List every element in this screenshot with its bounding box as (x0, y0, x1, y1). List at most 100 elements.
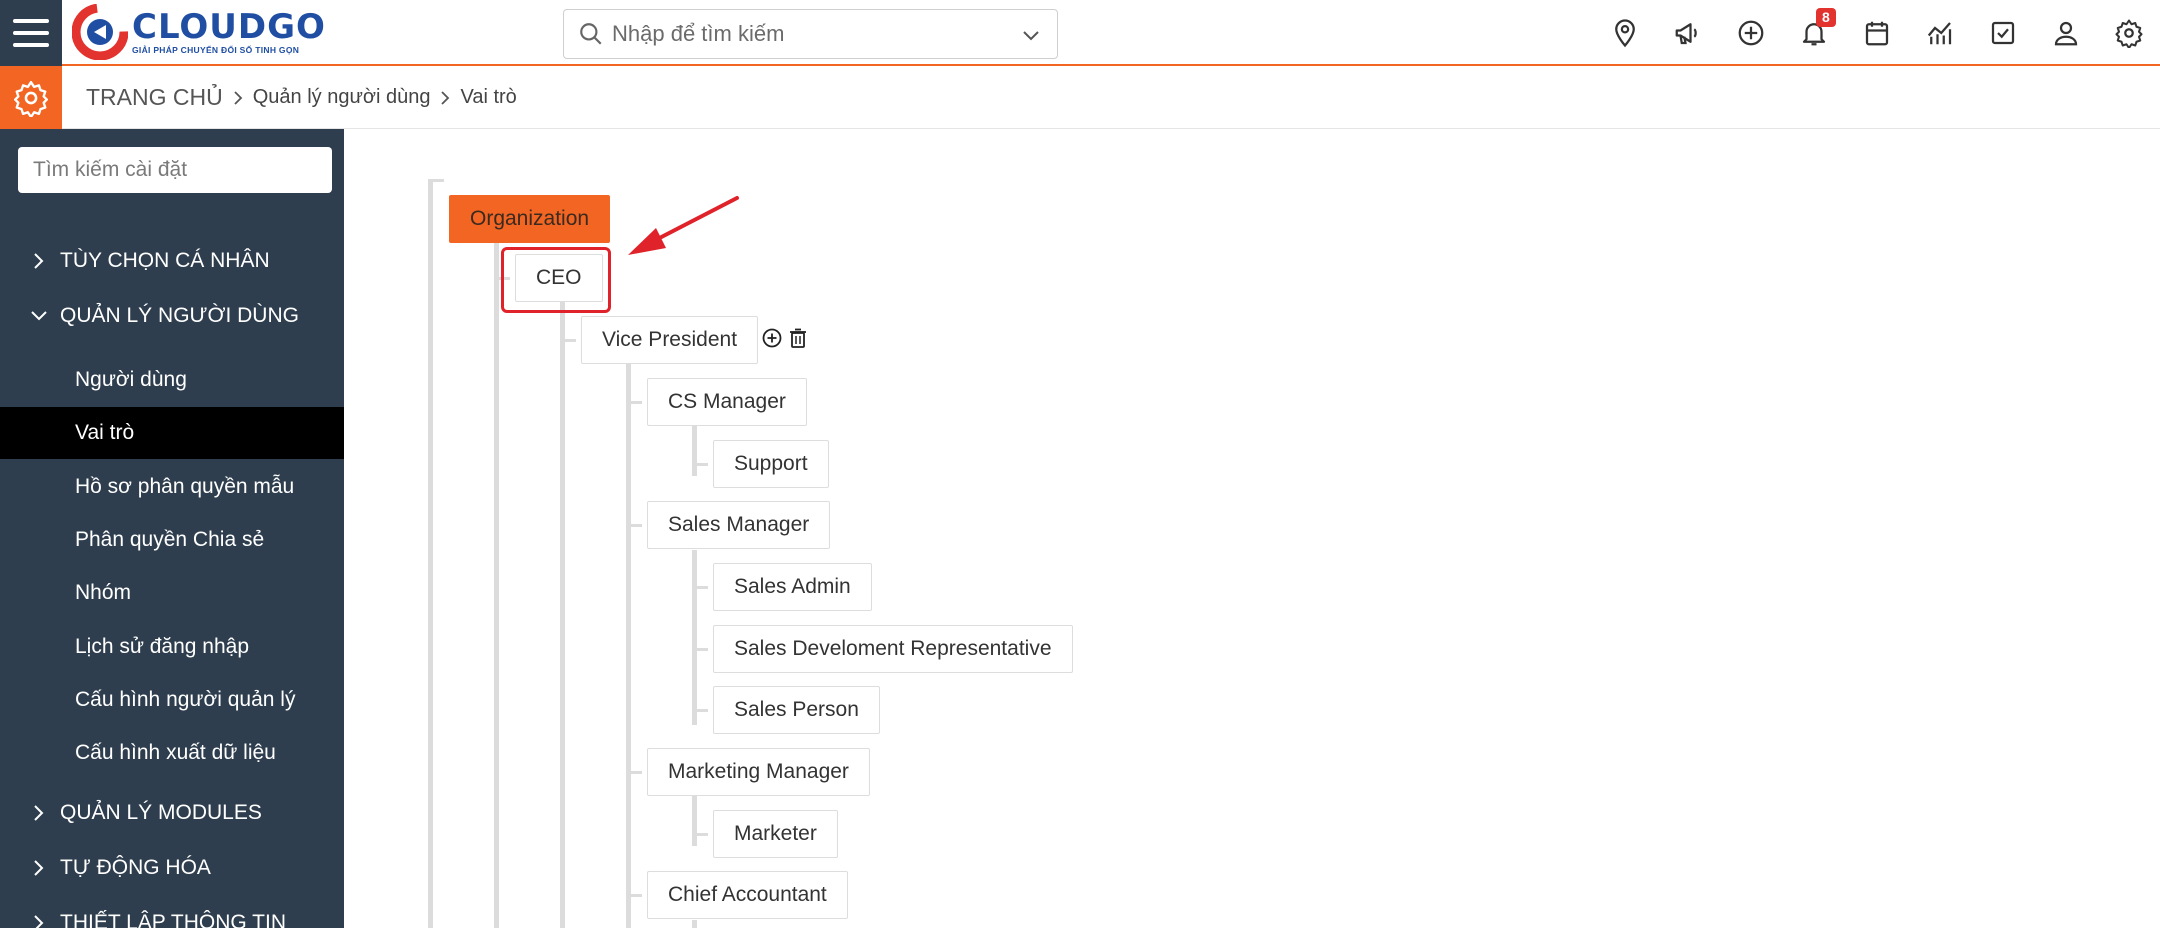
tree-connector (560, 339, 576, 342)
sidebar-item-manager-config[interactable]: Cấu hình người quản lý (0, 674, 344, 726)
cloudgo-logo-icon (72, 4, 128, 60)
global-search-input[interactable] (612, 21, 1012, 47)
sidebar-item-users[interactable]: Người dùng (0, 354, 344, 406)
menu-toggle-button[interactable] (0, 0, 62, 66)
tree-line (692, 426, 697, 476)
tree-connector (692, 463, 708, 466)
role-node-organization[interactable]: Organization (449, 195, 611, 243)
notifications-button[interactable]: 8 (1782, 0, 1845, 66)
section-automation[interactable]: TỰ ĐỘNG HÓA (30, 848, 211, 888)
add-circle-icon (1738, 20, 1763, 46)
hamburger-icon-line (13, 43, 49, 47)
section-label: THIẾT LẬP THÔNG TIN (60, 911, 286, 928)
section-user-management[interactable]: QUẢN LÝ NGƯỜI DÙNG (30, 296, 299, 336)
calendar-button[interactable] (1845, 0, 1908, 66)
sidebar-item-profiles[interactable]: Hồ sơ phân quyền mẫu (0, 461, 344, 513)
checkbox-icon (1991, 21, 2014, 45)
chevron-right-icon (34, 805, 44, 821)
location-icon (1614, 19, 1635, 48)
role-node-marketing-manager[interactable]: Marketing Manager (647, 748, 870, 796)
chevron-down-icon[interactable] (1019, 23, 1043, 47)
breadcrumb: TRANG CHỦ Quản lý người dùng Vai trò (86, 66, 517, 129)
chevron-right-icon (234, 90, 243, 105)
ceo-highlight-box (501, 247, 611, 313)
settings-sidebar: TÙY CHỌN CÁ NHÂN QUẢN LÝ NGƯỜI DÙNG Ngườ… (0, 129, 344, 928)
gear-icon (13, 80, 49, 117)
tree-line (428, 180, 433, 928)
sidebar-item-export-config[interactable]: Cấu hình xuất dữ liệu (0, 727, 344, 779)
announcement-button[interactable] (1656, 0, 1719, 66)
role-node-cs-manager[interactable]: CS Manager (647, 378, 807, 426)
tree-connector (692, 586, 708, 589)
chevron-right-icon (441, 90, 450, 105)
role-node-vice-president[interactable]: Vice President (581, 316, 759, 364)
role-node-support[interactable]: Support (713, 440, 829, 488)
profile-button[interactable] (2034, 0, 2097, 66)
tree-line (494, 242, 499, 928)
tree-connector (692, 648, 708, 651)
settings-search[interactable] (18, 147, 332, 193)
chevron-right-icon (34, 860, 44, 876)
breadcrumb-roles[interactable]: Vai trò (460, 86, 516, 109)
sidebar-item-groups[interactable]: Nhóm (0, 567, 344, 619)
hamburger-icon-line (13, 31, 49, 35)
role-node-sales-manager[interactable]: Sales Manager (647, 501, 831, 549)
section-label: TÙY CHỌN CÁ NHÂN (60, 249, 270, 272)
tasks-button[interactable] (1971, 0, 2034, 66)
breadcrumb-user-management[interactable]: Quản lý người dùng (253, 86, 431, 109)
settings-icon (2115, 19, 2142, 48)
logo-name: CLOUDGO (132, 7, 326, 47)
breadcrumb-bar: TRANG CHỦ Quản lý người dùng Vai trò (0, 66, 2160, 129)
breadcrumb-home[interactable]: TRANG CHỦ (86, 84, 223, 111)
logo-tagline: GIẢI PHÁP CHUYỂN ĐỔI SỐ TINH GỌN (132, 45, 300, 55)
chart-icon (1927, 22, 1951, 45)
tree-connector (626, 401, 642, 404)
settings-search-input[interactable] (33, 158, 323, 182)
sidebar-item-sharing-access[interactable]: Phân quyền Chia sẻ (0, 514, 344, 566)
tree-line (560, 302, 565, 928)
megaphone-icon (1675, 23, 1697, 45)
section-label: QUẢN LÝ NGƯỜI DÙNG (60, 304, 299, 327)
location-button[interactable] (1593, 0, 1656, 66)
chevron-right-icon (34, 915, 44, 928)
chevron-right-icon (34, 253, 44, 269)
tree-line (692, 550, 697, 725)
role-node-chief-accountant[interactable]: Chief Accountant (647, 871, 848, 919)
top-icon-bar: 8 (1593, 0, 2160, 66)
tree-connector (692, 709, 708, 712)
node-actions (761, 327, 809, 349)
tree-connector (626, 771, 642, 774)
sidebar-item-login-history[interactable]: Lịch sử đăng nhập (0, 621, 344, 673)
notification-badge: 8 (1816, 8, 1836, 27)
search-icon (580, 23, 602, 45)
role-node-sales-admin[interactable]: Sales Admin (713, 563, 872, 611)
hamburger-icon-line (13, 19, 49, 23)
role-tree: Organization CEO Vice President CS Manag… (344, 130, 2160, 928)
tree-connector (626, 524, 642, 527)
tree-line (626, 364, 631, 928)
trash-icon[interactable] (787, 327, 809, 349)
chevron-down-icon (31, 311, 47, 321)
tree-connector (692, 833, 708, 836)
sidebar-item-roles[interactable]: Vai trò (0, 407, 344, 459)
role-node-sales-person[interactable]: Sales Person (713, 686, 880, 734)
tree-line (692, 920, 697, 928)
user-icon (2054, 21, 2077, 46)
section-info-setup[interactable]: THIẾT LẬP THÔNG TIN (30, 903, 286, 928)
settings-menu-button[interactable] (0, 66, 62, 129)
global-search[interactable] (563, 9, 1058, 59)
section-label: QUẢN LÝ MODULES (60, 801, 262, 824)
reports-button[interactable] (1908, 0, 1971, 66)
role-node-marketer[interactable]: Marketer (713, 810, 838, 858)
settings-button[interactable] (2097, 0, 2160, 66)
cloudgo-logo[interactable]: CLOUDGO GIẢI PHÁP CHUYỂN ĐỔI SỐ TINH GỌN (72, 4, 326, 60)
tree-connector (428, 179, 444, 182)
section-modules[interactable]: QUẢN LÝ MODULES (30, 793, 262, 833)
tree-connector (626, 894, 642, 897)
section-label: TỰ ĐỘNG HÓA (60, 856, 211, 879)
calendar-icon (1865, 21, 1888, 46)
quick-create-button[interactable] (1719, 0, 1782, 66)
section-personal-options[interactable]: TÙY CHỌN CÁ NHÂN (30, 241, 270, 281)
add-circle-icon[interactable] (761, 327, 783, 349)
role-node-sales-dev-rep[interactable]: Sales Develoment Representative (713, 625, 1073, 673)
